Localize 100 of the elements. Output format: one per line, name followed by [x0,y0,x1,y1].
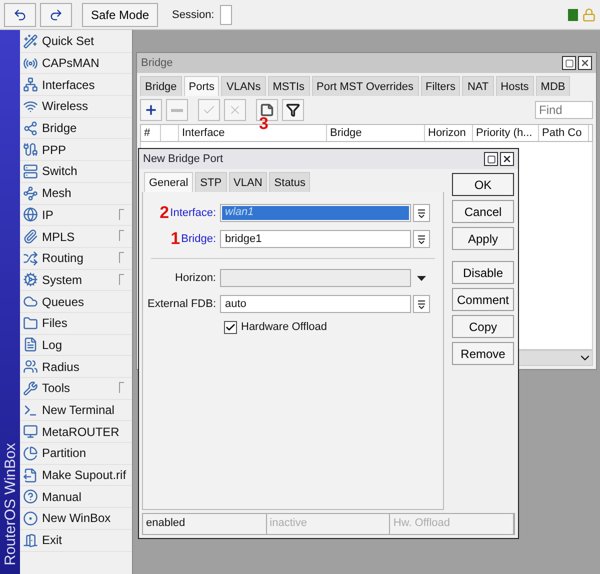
tab[interactable]: STP [195,172,227,192]
column-header[interactable]: Path Co [539,125,589,141]
annotation-number: 2 [160,203,170,223]
redo-button[interactable] [40,2,72,26]
dropdown-button[interactable] [413,295,430,313]
list-icon [417,300,426,308]
menu-item[interactable]: IP [20,204,132,226]
wrench-icon [23,380,38,396]
menu-item[interactable]: Bridge [20,118,132,140]
tab[interactable]: MSTIs [268,76,310,96]
tab[interactable]: Bridge [140,76,182,96]
menu-item[interactable]: Quick Set [20,31,132,53]
menu-item[interactable]: CAPsMAN [20,52,132,74]
tab[interactable]: Port MST Overrides [312,76,419,96]
document-icon [23,337,38,352]
maximize-button[interactable] [562,56,576,70]
filter-button[interactable] [282,99,304,121]
close-icon [580,58,590,68]
door-icon [23,532,38,548]
column-header[interactable]: Bridge [327,125,425,141]
dialog-button[interactable]: Copy [452,315,514,338]
dialog-button[interactable]: Disable [452,261,514,284]
menu-item[interactable]: Exit [20,530,132,552]
add-button[interactable] [140,99,162,121]
menu-item[interactable]: Mesh [20,182,132,204]
menu-item[interactable]: Queues [20,291,132,313]
tab[interactable]: VLANs [221,76,266,96]
session-field[interactable] [220,4,232,24]
network-icon [23,77,38,92]
column-header[interactable]: Priority (h... [473,125,539,141]
menu-item[interactable]: Files [20,312,132,335]
status-text: inactive [266,514,390,534]
menu-item[interactable]: New Terminal [20,400,132,422]
dialog-button[interactable]: Apply [452,227,514,250]
share-icon [23,120,38,136]
input-field[interactable]: bridge1 [220,230,411,248]
field-label: Interface: [170,207,216,219]
menu-item[interactable]: PPP [20,139,132,162]
close-button[interactable] [500,152,514,166]
field-label: Horizon: [175,272,216,284]
tab[interactable]: Hosts [496,76,534,96]
tab[interactable]: VLAN [228,172,268,192]
column-header[interactable]: # [141,125,161,141]
menu-item[interactable]: Make Supout.rif [20,464,132,486]
file-export-icon [23,468,38,483]
dialog-button[interactable]: Remove [452,342,514,365]
wand-icon [23,34,38,49]
dialog-button[interactable]: OK [452,173,514,196]
list-icon [417,234,426,244]
session-label: Session: [172,8,214,20]
monitor-icon [23,424,38,440]
dropdown-button[interactable] [413,204,430,222]
undo-button[interactable] [4,2,36,26]
menu-item[interactable]: MPLS [20,226,132,248]
tab[interactable]: MDB [536,76,570,96]
note-icon [260,103,274,117]
users-icon [23,359,38,374]
check-icon [225,322,236,332]
tab[interactable]: NAT [462,76,494,96]
close-button[interactable] [578,56,592,70]
dialog-button[interactable]: Cancel [452,200,514,223]
banner-text: RouterOS WinBox [2,443,18,566]
maximize-icon [564,58,574,68]
checkbox[interactable] [224,320,237,334]
menu-item[interactable]: MetaROUTER [20,421,132,444]
menu-item[interactable]: Wireless [20,96,132,118]
filter-icon [286,103,300,117]
add-icon [144,103,158,117]
tab[interactable]: Status [269,172,310,192]
lock-icon [582,8,596,22]
maximize-button[interactable] [484,152,498,166]
input-field[interactable]: auto [220,295,411,313]
status-text: enabled [143,514,267,534]
checkbox-label: Hardware Offload [241,321,328,333]
menu-item[interactable]: Routing [20,248,132,270]
menu-item[interactable]: Manual [20,486,132,508]
tab[interactable]: General [144,172,194,192]
dialog-button[interactable]: Comment [452,288,514,311]
field-label: Bridge: [181,233,216,245]
menu-item[interactable]: Partition [20,443,132,465]
server-icon [23,164,38,179]
find-field[interactable]: Find [535,101,593,119]
menu-item[interactable]: Tools [20,378,132,400]
menu-item[interactable]: Radius [20,356,132,378]
antenna-icon [23,56,38,71]
menu-item[interactable]: Interfaces [20,74,132,96]
paperclip-icon [23,229,38,244]
dropdown-button[interactable] [413,230,430,248]
menu-item[interactable]: Switch [20,161,132,183]
globe-icon [23,207,38,222]
safe-mode-button[interactable]: Safe Mode [82,2,158,26]
menu-item[interactable]: New WinBox [20,508,132,530]
help-icon [23,489,38,504]
tab[interactable]: Filters [420,76,460,96]
menu-item[interactable]: Log [20,334,132,356]
column-header[interactable]: Horizon [425,125,473,141]
field-label: External FDB: [148,298,216,310]
tab[interactable]: Ports [184,76,220,96]
menu-item[interactable]: System [20,270,132,292]
window-title-bar: New Bridge Port [139,149,518,169]
